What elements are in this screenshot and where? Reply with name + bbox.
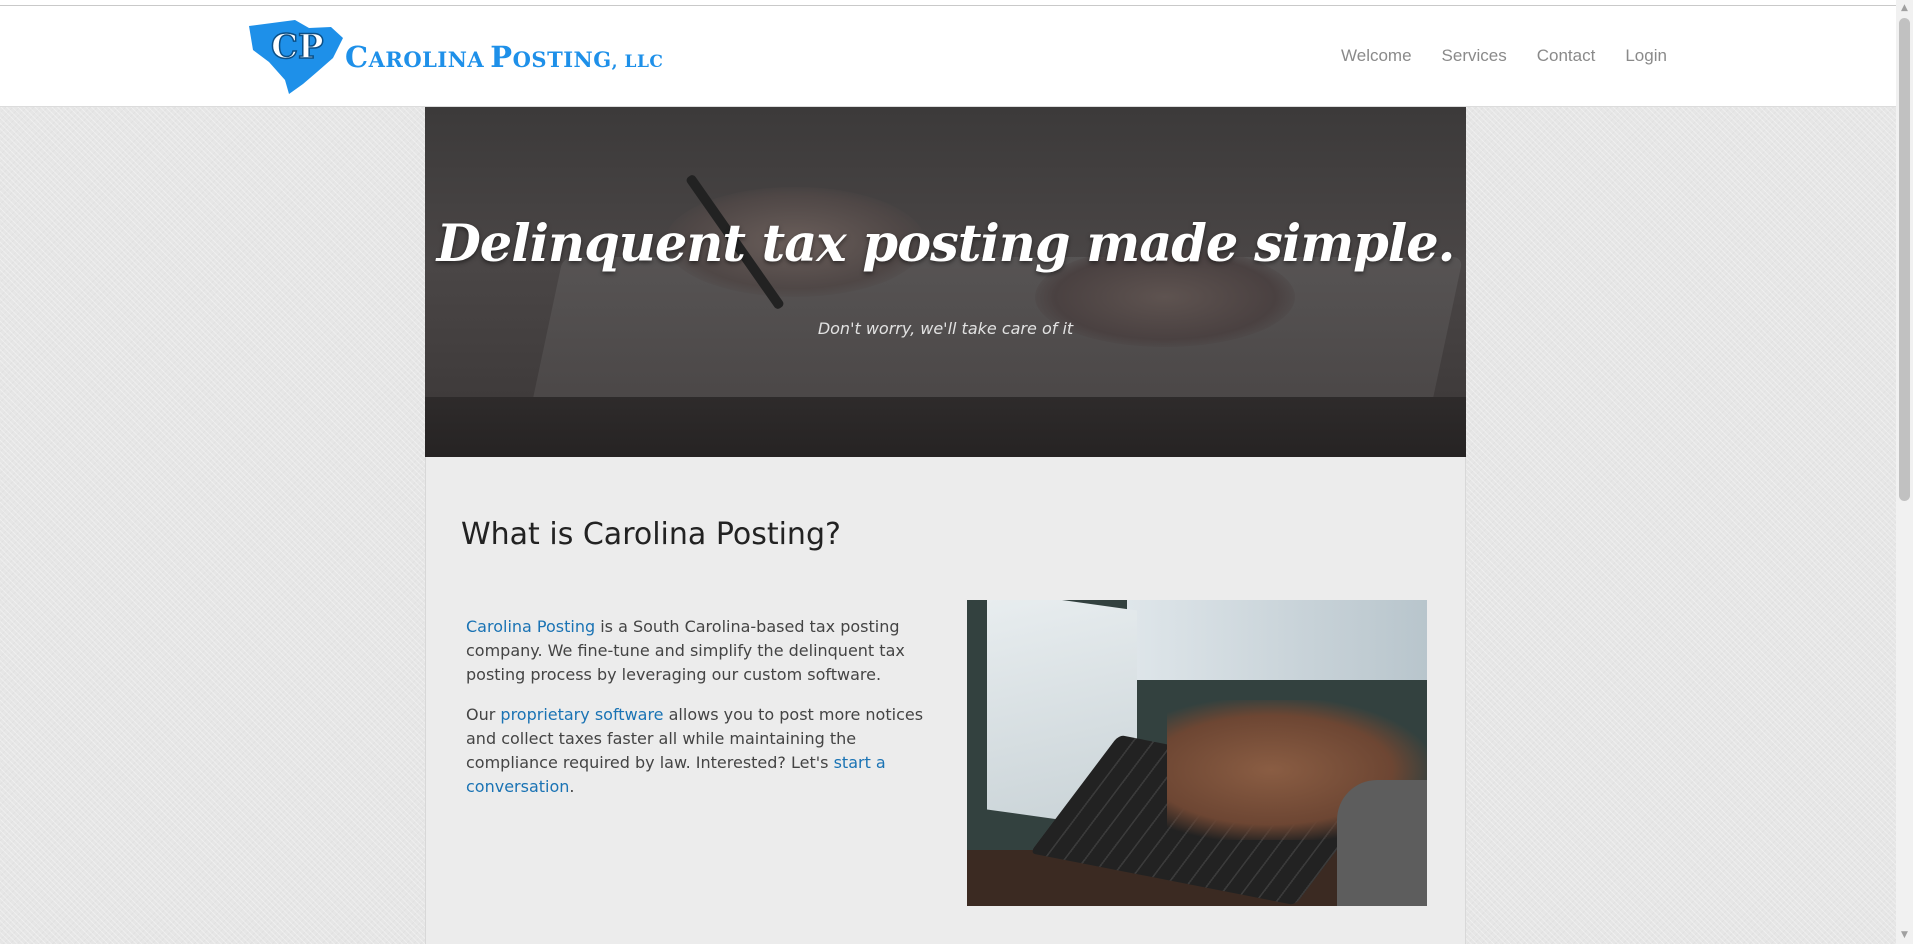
logo-word-carolina: AROLINA bbox=[368, 47, 485, 72]
south-carolina-state-shape-icon: CP bbox=[249, 20, 343, 94]
about-p2-pre: Our bbox=[466, 705, 501, 724]
photo-monitor bbox=[1127, 600, 1427, 680]
hero-bg-table bbox=[425, 397, 1466, 457]
hero-subtitle: Don't worry, we'll take care of it bbox=[817, 319, 1074, 338]
page-scrollbar[interactable]: ▲ ▼ bbox=[1896, 0, 1913, 944]
logo-wordmark: CAROLINA POSTING, LLC bbox=[345, 40, 663, 74]
proprietary-software-link[interactable]: proprietary software bbox=[500, 705, 663, 724]
chevron-down-icon[interactable]: ▼ bbox=[1896, 927, 1913, 944]
about-heading: What is Carolina Posting? bbox=[461, 517, 841, 552]
about-text: Carolina Posting is a South Carolina-bas… bbox=[466, 615, 926, 815]
chevron-up-icon[interactable]: ▲ bbox=[1896, 0, 1913, 17]
about-p2-end: . bbox=[569, 777, 575, 796]
logo-initials: CP bbox=[271, 27, 324, 67]
site-header: CP CAROLINA POSTING, LLC Welcome Service… bbox=[0, 6, 1896, 107]
logo-letter-c: C bbox=[345, 40, 369, 74]
about-paragraph-2: Our proprietary software allows you to p… bbox=[466, 703, 926, 799]
site-logo[interactable]: CP CAROLINA POSTING, LLC bbox=[247, 18, 663, 98]
nav-services-link[interactable]: Services bbox=[1442, 46, 1507, 66]
nav-welcome-link[interactable]: Welcome bbox=[1341, 46, 1412, 66]
logo-letter-p: P bbox=[490, 40, 513, 74]
logo-llc: , LLC bbox=[611, 52, 664, 72]
main-nav: Welcome Services Contact Login bbox=[1341, 46, 1697, 66]
hero-title: Delinquent tax posting made simple. bbox=[436, 214, 1456, 274]
hero-banner: Delinquent tax posting made simple. Don'… bbox=[425, 107, 1466, 457]
about-paragraph-1: Carolina Posting is a South Carolina-bas… bbox=[466, 615, 926, 687]
nav-contact-link[interactable]: Contact bbox=[1537, 46, 1596, 66]
carolina-posting-link[interactable]: Carolina Posting bbox=[466, 617, 595, 636]
photo-sleeve bbox=[1337, 780, 1427, 906]
scrollbar-thumb[interactable] bbox=[1899, 18, 1910, 501]
nav-login-link[interactable]: Login bbox=[1625, 46, 1667, 66]
about-section: What is Carolina Posting? Carolina Posti… bbox=[425, 457, 1466, 944]
laptop-typing-photo bbox=[967, 600, 1427, 906]
logo-word-posting: OSTING bbox=[512, 47, 612, 72]
